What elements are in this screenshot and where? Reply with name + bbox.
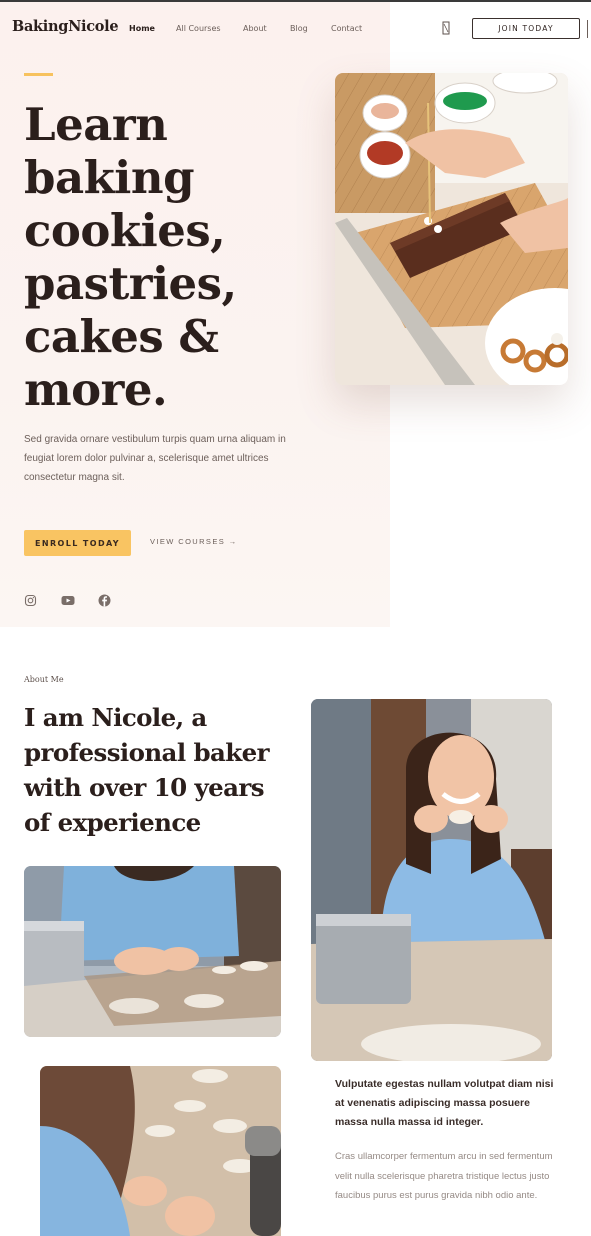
nav-contact[interactable]: Contact <box>331 24 362 33</box>
hero-title: Learn baking cookies, pastries, cakes & … <box>24 98 324 416</box>
hero-title-line: Learn <box>24 98 168 151</box>
about-title: I am Nicole, a professional baker with o… <box>24 700 294 840</box>
about-lead: Vulputate egestas nullam volutpat diam n… <box>335 1078 554 1128</box>
about-title-line: professional baker <box>24 738 270 767</box>
site-logo[interactable]: BakingNicole <box>12 18 119 35</box>
hero-description: Sed gravida ornare vestibulum turpis qua… <box>24 434 286 483</box>
enroll-today-button[interactable]: ENROLL TODAY <box>24 530 131 556</box>
hero-title-line: baking <box>24 151 195 204</box>
edge-divider <box>587 20 591 38</box>
about-title-line: I am Nicole, a <box>24 703 207 732</box>
rolling-dough-photo <box>24 866 281 1037</box>
nav-all-courses[interactable]: All Courses <box>176 24 221 33</box>
facebook-icon[interactable] <box>98 594 111 607</box>
accent-line <box>24 73 53 76</box>
nav-blog[interactable]: Blog <box>290 24 308 33</box>
hero-title-line: cakes & <box>24 310 219 363</box>
hero-title-line: cookies, <box>24 204 226 257</box>
nav-home[interactable]: Home <box>129 24 155 33</box>
nicole-portrait-photo <box>311 699 552 1061</box>
cutting-dough-photo <box>40 1066 281 1236</box>
hero-title-line: more. <box>24 363 168 416</box>
about-title-line: with over 10 years <box>24 773 264 802</box>
instagram-icon[interactable] <box>24 594 37 607</box>
join-today-button[interactable]: JOIN TODAY <box>472 18 580 39</box>
search-icon[interactable] <box>441 21 451 35</box>
about-eyebrow: About Me <box>24 675 64 684</box>
youtube-icon[interactable] <box>61 594 75 607</box>
top-border <box>0 0 591 2</box>
view-courses-link[interactable]: VIEW COURSES → <box>150 537 238 546</box>
about-body: Cras ullamcorper fermentum arcu in sed f… <box>335 1151 553 1201</box>
about-title-line: of experience <box>24 808 201 837</box>
hero-title-line: pastries, <box>24 257 237 310</box>
nav-about[interactable]: About <box>243 24 267 33</box>
hero-baking-photo <box>335 73 568 385</box>
